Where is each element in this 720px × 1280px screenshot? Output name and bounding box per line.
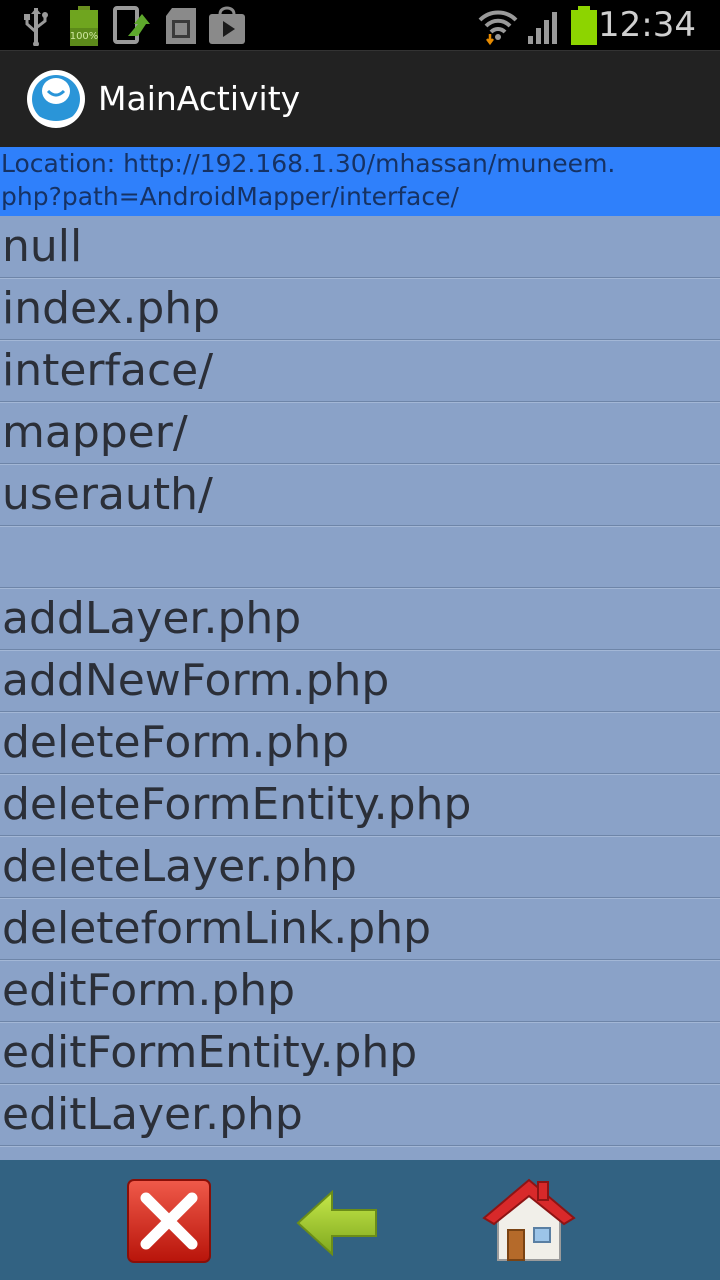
clock: 12:34	[598, 5, 696, 45]
wifi-icon	[478, 6, 518, 50]
list-item[interactable]: editLayer.php	[0, 1084, 720, 1146]
list-item[interactable]: null	[0, 216, 720, 278]
file-list[interactable]: null index.php interface/ mapper/ userau…	[0, 216, 720, 1160]
list-item[interactable]: deleteForm.php	[0, 712, 720, 774]
list-item[interactable]: deleteLayer.php	[0, 836, 720, 898]
page-title: MainActivity	[98, 79, 301, 118]
list-item[interactable]: deleteFormEntity.php	[0, 774, 720, 836]
location-line-2: php?path=AndroidMapper/interface/	[1, 182, 459, 211]
status-bar: 100% 12:34	[0, 0, 720, 50]
list-item[interactable]: addNewForm.php	[0, 650, 720, 712]
back-arrow-icon	[296, 1189, 378, 1260]
list-item[interactable]: editFormEntity.php	[0, 1022, 720, 1084]
list-item[interactable]: deleteformLink.php	[0, 898, 720, 960]
list-item[interactable]: addLayer.php	[0, 588, 720, 650]
screen: 100% 12:34 MainActivity Location: http:/…	[0, 0, 720, 1280]
action-bar: MainActivity	[0, 50, 720, 147]
battery-percent-label: 100%	[69, 31, 99, 42]
close-button[interactable]	[126, 1178, 212, 1268]
battery-icon	[570, 6, 598, 50]
list-item[interactable]: interface/	[0, 340, 720, 402]
usb-icon	[22, 6, 50, 50]
phone-update-icon	[112, 6, 152, 50]
location-line-1: Location: http://192.168.1.30/mhassan/mu…	[1, 149, 616, 178]
location-path: Location: http://192.168.1.30/mhassan/mu…	[0, 147, 720, 216]
list-item[interactable]: index.php	[0, 278, 720, 340]
home-icon	[480, 1178, 576, 1272]
list-item[interactable]: mapper/	[0, 402, 720, 464]
sd-card-icon	[164, 6, 198, 50]
signal-icon	[526, 6, 564, 50]
bottom-toolbar	[0, 1160, 720, 1280]
play-store-icon	[208, 6, 246, 50]
list-item[interactable]: userauth/	[0, 464, 720, 526]
app-logo-icon[interactable]	[26, 69, 86, 129]
home-button[interactable]	[480, 1172, 576, 1272]
battery-full-icon	[68, 6, 100, 50]
back-button[interactable]	[296, 1189, 378, 1260]
list-item[interactable]: editForm.php	[0, 960, 720, 1022]
close-icon	[126, 1179, 212, 1268]
list-item[interactable]	[0, 526, 720, 588]
